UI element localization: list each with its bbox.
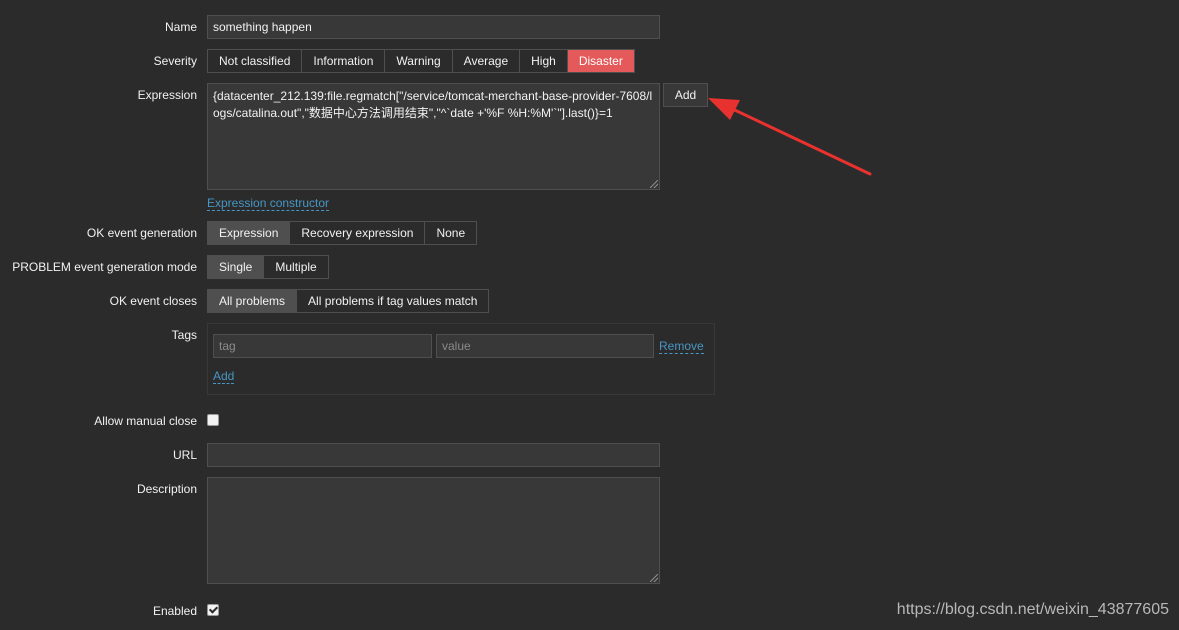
enabled-checkbox[interactable] xyxy=(207,604,219,616)
resize-grip-icon[interactable] xyxy=(650,180,658,188)
allow-manual-close-checkbox[interactable] xyxy=(207,414,219,426)
problem-mode-single[interactable]: Single xyxy=(208,256,265,278)
ok-event-closes-selector: All problems All problems if tag values … xyxy=(207,289,490,313)
enabled-label: Enabled xyxy=(152,604,197,618)
severity-not-classified[interactable]: Not classified xyxy=(208,50,303,72)
remove-tag-link[interactable]: Remove xyxy=(659,339,704,354)
ok-event-generation-label: OK event generation xyxy=(86,226,197,240)
ok-event-closes-label: OK event closes xyxy=(109,294,197,308)
annotation-arrow-icon xyxy=(708,98,872,176)
description-label: Description xyxy=(136,482,197,496)
severity-disaster[interactable]: Disaster xyxy=(567,50,634,72)
tag-name-input[interactable]: tag xyxy=(213,334,432,358)
watermark: https://blog.csdn.net/weixin_43877605 xyxy=(896,601,1169,618)
severity-average[interactable]: Average xyxy=(452,50,521,72)
problem-mode-label: PROBLEM event generation mode xyxy=(12,260,197,274)
ok-gen-none[interactable]: None xyxy=(425,222,477,244)
ok-event-generation-selector: Expression Recovery expression None xyxy=(207,221,478,245)
ok-gen-recovery-expression[interactable]: Recovery expression xyxy=(290,222,426,244)
severity-high[interactable]: High xyxy=(520,50,568,72)
severity-information[interactable]: Information xyxy=(302,50,386,72)
name-label: Name xyxy=(164,20,197,34)
tags-label: Tags xyxy=(171,328,197,342)
tags-box: tag value Remove Add xyxy=(207,323,715,395)
severity-label: Severity xyxy=(153,54,197,68)
problem-mode-multiple[interactable]: Multiple xyxy=(264,256,328,278)
severity-selector: Not classified Information Warning Avera… xyxy=(207,49,635,73)
ok-closes-all-problems[interactable]: All problems xyxy=(208,290,298,312)
ok-gen-expression[interactable]: Expression xyxy=(208,222,291,244)
allow-manual-close-label: Allow manual close xyxy=(94,414,197,428)
ok-closes-tag-match[interactable]: All problems if tag values match xyxy=(297,290,489,312)
expression-value: {datacenter_212.139:file.regmatch["/serv… xyxy=(213,89,653,120)
expression-constructor-link[interactable]: Expression constructor xyxy=(207,196,330,211)
description-textarea[interactable] xyxy=(207,477,660,584)
expression-textarea[interactable]: {datacenter_212.139:file.regmatch["/serv… xyxy=(207,83,660,190)
tag-value-input[interactable]: value xyxy=(436,334,654,358)
url-label: URL xyxy=(172,448,197,462)
expression-label: Expression xyxy=(137,88,197,102)
problem-mode-selector: Single Multiple xyxy=(207,255,329,279)
resize-grip-icon[interactable] xyxy=(650,574,658,582)
name-input[interactable]: something happen xyxy=(207,15,660,39)
severity-warning[interactable]: Warning xyxy=(385,50,453,72)
trigger-form-page: Name something happen Severity Not class… xyxy=(0,0,1179,630)
url-input[interactable] xyxy=(207,443,660,467)
add-tag-link[interactable]: Add xyxy=(213,369,235,384)
